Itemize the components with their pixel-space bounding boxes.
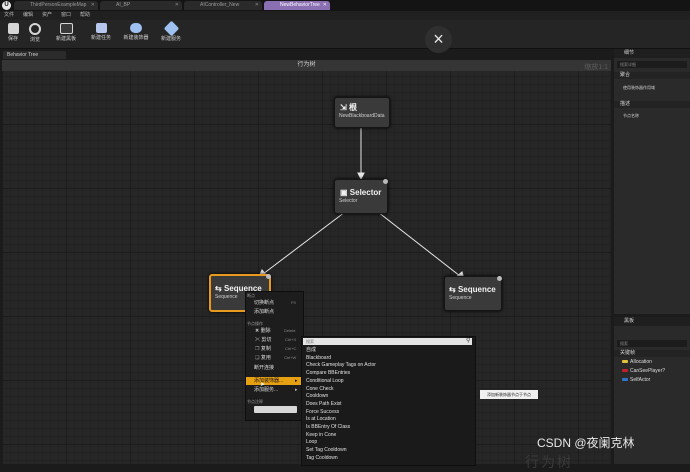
decorator-item[interactable]: Set Tag Cooldown	[306, 447, 347, 455]
root-node-title: 根	[348, 103, 357, 112]
decorator-item[interactable]: 自成	[306, 347, 316, 355]
details-section-aggregate[interactable]: 聚合	[614, 72, 690, 79]
sequence-right-title: Sequence	[457, 285, 496, 294]
context-toggle-breakpoint-shortcut: F9	[291, 300, 296, 305]
details-row-description: 节点名称	[623, 113, 639, 118]
details-title: 细节	[624, 50, 635, 56]
context-add-decorator[interactable]: 添加装饰器...	[254, 377, 283, 385]
decorator-item[interactable]: Is BBEntry Of Class	[306, 424, 350, 432]
details-search-input[interactable]: 搜索详细	[617, 61, 687, 68]
context-delete[interactable]: ✖ 删除	[255, 327, 271, 335]
connection-selector-sequence-left	[262, 211, 346, 275]
sequence-node-right[interactable]: ⇆ Sequence Sequence	[444, 276, 502, 311]
add-decorator-tooltip: 添加新装饰器节点于节点	[480, 390, 538, 399]
selector-node-subtitle: Selector	[339, 198, 358, 204]
context-copy-label: 复制	[260, 346, 271, 352]
details-panel-header: 细节	[614, 49, 690, 58]
sequence-right-status-pin	[497, 276, 502, 281]
decorator-item[interactable]: Keep in Cone	[306, 432, 336, 440]
context-delete-shortcut: Delete	[284, 328, 296, 333]
decorator-item[interactable]: Loop	[306, 439, 317, 447]
decorator-item[interactable]: Tag Cooldown	[306, 455, 338, 463]
cut-icon: ✂	[255, 337, 261, 343]
node-comment-input[interactable]	[254, 406, 297, 413]
context-add-service[interactable]: 添加服务...	[254, 386, 278, 394]
decorator-item[interactable]: Check Gameplay Tags on Actor	[306, 362, 376, 370]
blackboard-title: 黑板	[624, 318, 635, 324]
blackboard-key-label: SelfActor	[630, 377, 651, 383]
decorator-item[interactable]: Is at Location	[306, 416, 336, 424]
decorator-item[interactable]: Cone Check	[306, 386, 334, 394]
blackboard-panel-header: 黑板	[614, 317, 690, 326]
context-cut-shortcut: Ctrl+X	[285, 337, 297, 342]
delete-icon: ✖	[255, 328, 260, 334]
root-icon: ⇲	[340, 103, 347, 112]
context-break-links[interactable]: 断开连接	[254, 364, 274, 372]
blackboard-key-selfactor[interactable]: SelfActor	[622, 377, 650, 383]
selector-node[interactable]: ▣ Selector Selector	[334, 179, 388, 214]
root-node-subtitle: NewBlackboardData	[339, 113, 385, 119]
context-duplicate-label: 复用	[260, 355, 271, 361]
blackboard-key-canseeplayer[interactable]: CanSeePlayer?	[622, 368, 665, 374]
key-type-swatch	[622, 369, 628, 373]
decorator-item[interactable]: Force Success	[306, 409, 339, 417]
blackboard-section-keys[interactable]: 关键帧	[614, 350, 690, 357]
decorator-item[interactable]: Compare BBEntries	[306, 370, 350, 378]
sequence-left-status-pin	[266, 274, 271, 279]
submenu-arrow-icon: ▸	[295, 387, 298, 393]
copy-icon: ❐	[255, 346, 260, 352]
context-section-breakpoint: 断点	[247, 293, 255, 298]
details-section-description[interactable]: 描述	[614, 101, 690, 108]
key-type-swatch	[622, 360, 628, 364]
csdn-watermark: CSDN @夜阑克林	[537, 436, 635, 450]
decorator-item[interactable]: Does Path Exist	[306, 401, 342, 409]
duplicate-icon: ❏	[255, 355, 260, 361]
selector-node-title: Selector	[349, 188, 382, 197]
blackboard-key-ailocation[interactable]: AIlocation	[622, 359, 652, 365]
root-node[interactable]: ⇲ 根 NewBlackboardData	[334, 97, 390, 128]
submenu-arrow-icon: ▸	[295, 378, 298, 384]
decorator-item[interactable]: Conditional Loop	[306, 378, 344, 386]
blackboard-key-label: CanSeePlayer?	[630, 368, 666, 374]
selector-icon: ▣	[340, 188, 348, 197]
context-section-node-actions: 节点操作	[247, 321, 263, 326]
selector-status-pin	[383, 179, 388, 184]
context-copy[interactable]: ❐ 复制	[255, 345, 271, 353]
decorator-item[interactable]: Cooldown	[306, 393, 328, 401]
blackboard-key-label: AIlocation	[630, 359, 652, 365]
context-delete-label: 删除	[260, 328, 271, 334]
sequence-left-subtitle: Sequence	[215, 294, 238, 300]
context-cut[interactable]: ✂ 剪切	[255, 336, 271, 344]
sequence-icon: ⇆	[449, 285, 456, 294]
decorator-item[interactable]: Blackboard	[306, 355, 331, 363]
details-row-aggregate: 使用装饰器作用域	[623, 85, 655, 90]
context-duplicate[interactable]: ❏ 复用	[255, 354, 271, 362]
search-icon: ⚲	[466, 338, 471, 344]
blackboard-search-input[interactable]: 搜索	[617, 340, 687, 347]
key-type-swatch	[622, 378, 628, 382]
sequence-icon: ⇆	[215, 284, 222, 293]
mouse-cursor-icon: ➤	[260, 382, 266, 388]
connection-selector-sequence-right	[377, 211, 461, 277]
context-copy-shortcut: Ctrl+C	[285, 346, 297, 351]
context-cut-label: 剪切	[261, 337, 272, 343]
context-add-breakpoint[interactable]: 添加断点	[254, 308, 274, 316]
sequence-right-subtitle: Sequence	[449, 295, 472, 301]
context-section-node-comment: 节点注释	[247, 399, 263, 404]
decorator-search-input[interactable]: 搜索	[303, 338, 472, 345]
context-toggle-breakpoint[interactable]: 切换断点	[254, 299, 274, 307]
context-duplicate-shortcut: Ctrl+W	[284, 355, 297, 360]
